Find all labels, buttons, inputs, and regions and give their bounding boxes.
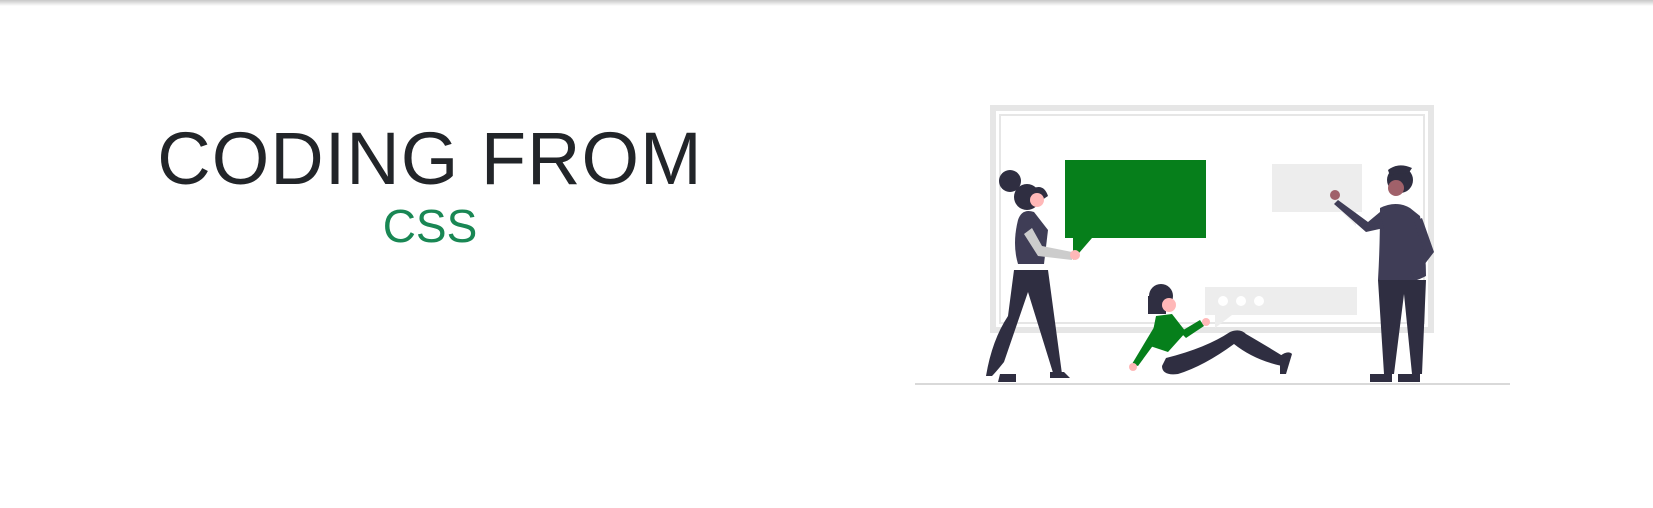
hero-text-block: CODING FROM CSS (130, 117, 730, 253)
typing-dot (1254, 296, 1264, 306)
typing-dot (1218, 296, 1228, 306)
hero-title: CODING FROM (157, 117, 703, 200)
typing-dot (1236, 296, 1246, 306)
hero-illustration (915, 105, 1510, 385)
page: CODING FROM CSS (0, 0, 1653, 508)
hero-subtitle: CSS (382, 200, 478, 252)
header-shadow (0, 0, 1653, 6)
